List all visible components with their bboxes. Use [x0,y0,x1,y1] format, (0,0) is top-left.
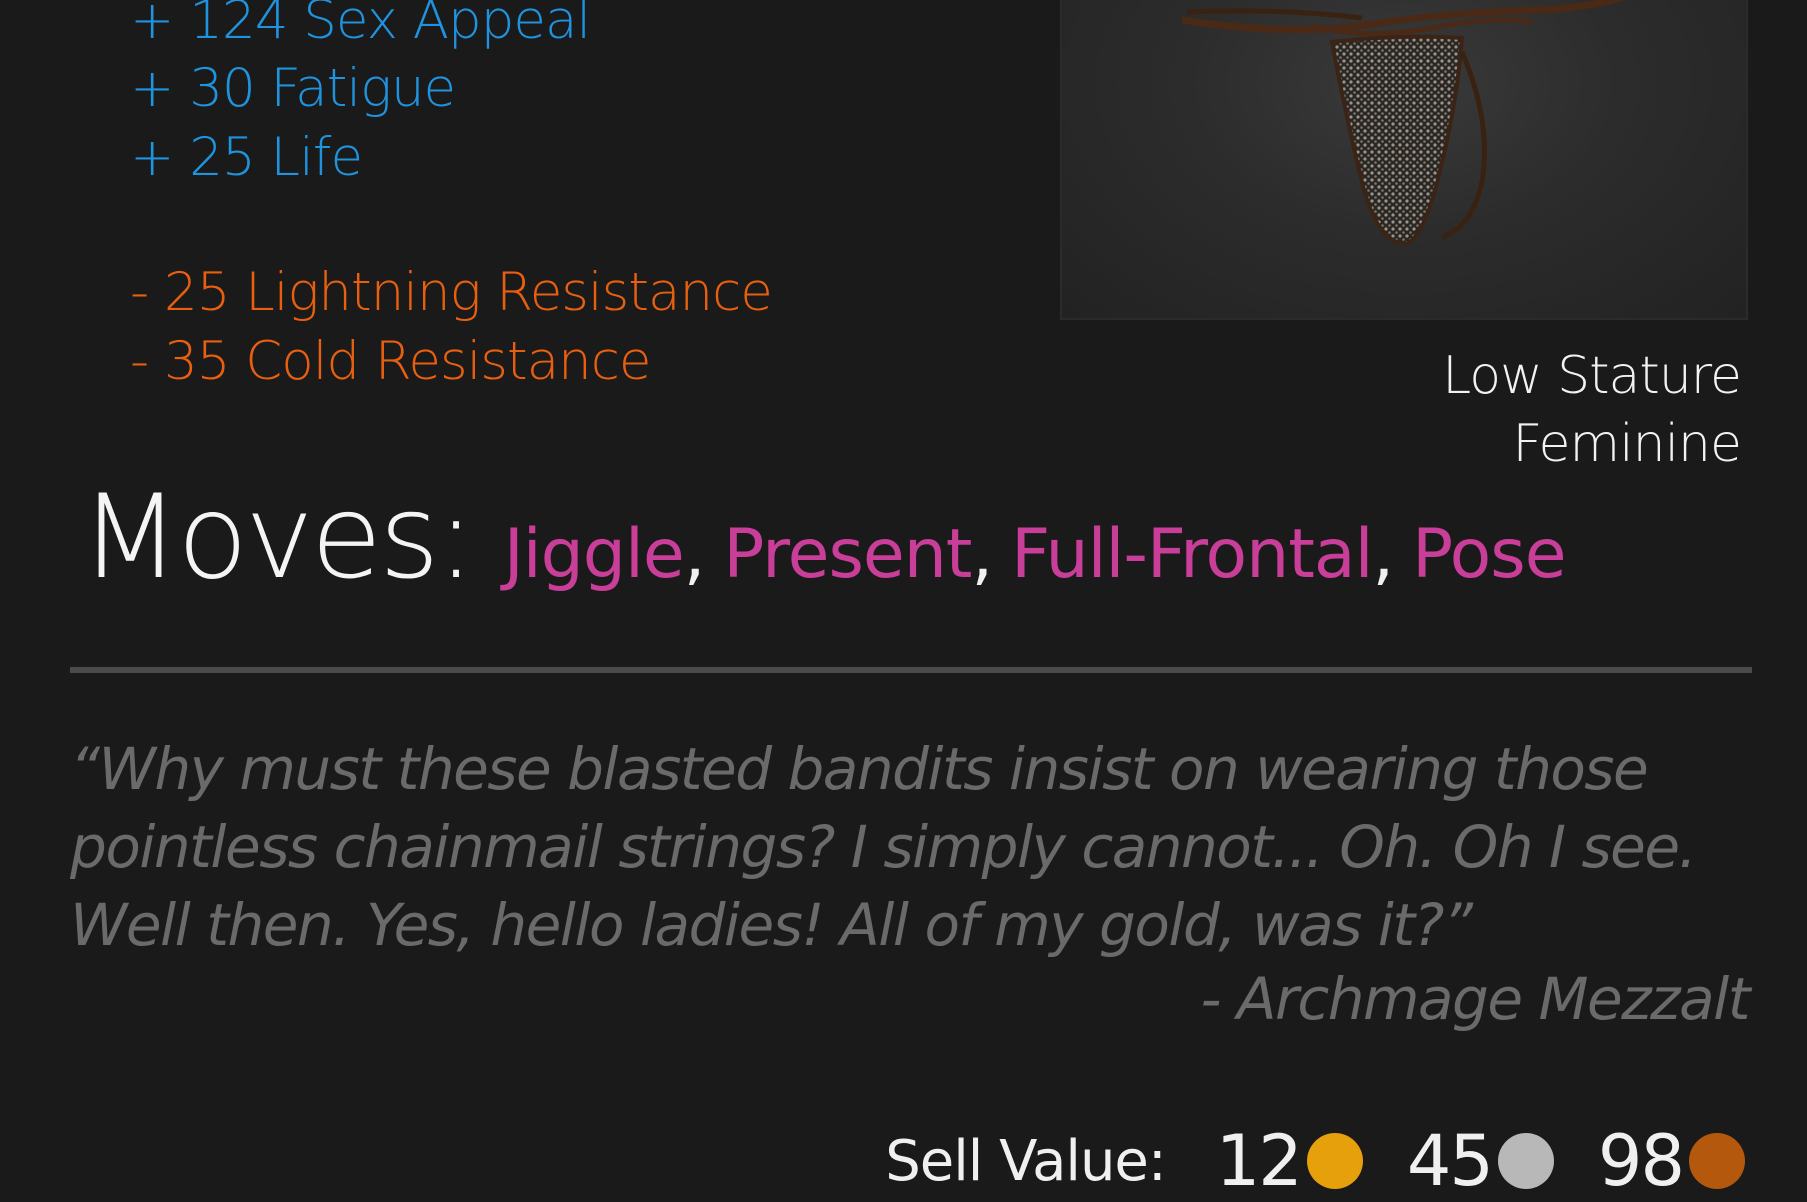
stat-life: + 25 Life [130,127,363,188]
move-jiggle[interactable]: Jiggle [504,515,685,594]
moves-label: Moves: [80,470,476,605]
stat-fatigue: + 30 Fatigue [130,58,456,119]
item-preview [1060,0,1748,320]
stat-cold-resistance: - 35 Cold Resistance [130,331,652,392]
silver-coin-icon [1497,1133,1554,1189]
moves-row: Moves: Jiggle, Present, Full-Frontal, Pose [80,480,1567,596]
move-separator: , [971,515,994,594]
attribute-stature: Low Stature [1442,346,1742,406]
copper-amount: 98 [1597,1120,1685,1202]
quote-line: Well then. Yes, hello ladies! All of my … [70,891,1473,959]
quote-attribution: - Archmage Mezzalt [1200,965,1750,1033]
flavor-quote: “Why must these blasted bandits insist o… [70,730,1760,964]
copper-coin-icon [1689,1133,1745,1189]
move-present[interactable]: Present [723,515,972,594]
sell-value-label: Sell Value: [885,1128,1167,1194]
sell-value: Sell Value: 12 45 98 [885,1120,1745,1202]
move-pose[interactable]: Pose [1412,515,1566,594]
gold-coin-icon [1306,1133,1363,1189]
silver-amount: 45 [1406,1120,1494,1202]
stat-sex-appeal: + 124 Sex Appeal [130,0,591,51]
move-separator: , [683,515,706,594]
move-full-frontal[interactable]: Full-Frontal [1011,515,1373,594]
attribute-gender: Feminine [1512,414,1742,474]
move-separator: , [1372,515,1395,594]
quote-line: pointless chainmail strings? I simply ca… [70,813,1697,881]
chainmail-thong-icon [1181,0,1626,247]
section-divider [70,667,1752,673]
gold-amount: 12 [1215,1120,1303,1202]
quote-line: “Why must these blasted bandits insist o… [70,735,1649,803]
stat-lightning-resistance: - 25 Lightning Resistance [130,262,773,323]
